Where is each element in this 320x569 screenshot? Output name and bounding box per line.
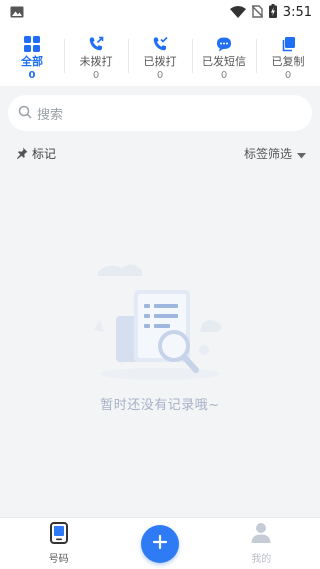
status-right: 3:51 [229, 3, 312, 22]
tab-count: 0 [220, 70, 228, 81]
tab-called[interactable]: 已拨打 0 [128, 36, 192, 86]
tab-count: 0 [28, 70, 36, 81]
tab-count: 0 [284, 70, 292, 81]
tag-toggle[interactable]: 标记 [16, 144, 56, 163]
tag-row: 标记 标签筛选 [0, 139, 320, 167]
empty-state: 暂时还没有记录哦~ [0, 258, 320, 413]
no-sim-icon [251, 3, 264, 22]
add-button[interactable] [140, 524, 179, 563]
phone-device-icon [49, 522, 68, 548]
empty-document-illustration [94, 264, 222, 380]
tab-label: 全部 [21, 55, 43, 68]
tab-label: 已发短信 [202, 55, 246, 68]
tab-count: 0 [156, 70, 164, 81]
nav-item-numbers[interactable]: 号码 [24, 522, 94, 565]
empty-message: 暂时还没有记录哦~ [100, 398, 220, 413]
missed-call-icon [88, 36, 104, 52]
grid-icon [24, 36, 40, 52]
search-placeholder: 搜索 [37, 107, 64, 123]
sms-icon [216, 36, 232, 52]
called-icon [152, 36, 168, 52]
wifi-icon [229, 3, 246, 22]
tab-all[interactable]: 全部 0 [0, 36, 64, 86]
tab-not-called[interactable]: 未拨打 0 [64, 36, 128, 86]
status-bar: 3:51 [0, 0, 320, 24]
tag-filter-dropdown[interactable]: 标签筛选 [244, 144, 306, 163]
tab-copied[interactable]: 已复制 0 [256, 36, 320, 86]
nav-label: 我的 [251, 554, 272, 565]
search-input[interactable]: 搜索 [8, 95, 312, 131]
tab-label: 已拨打 [143, 55, 177, 68]
pin-icon [16, 144, 28, 163]
tab-sms-sent[interactable]: 已发短信 0 [192, 36, 256, 86]
filter-label: 标签筛选 [243, 146, 292, 161]
user-icon [251, 522, 271, 548]
category-tabs: 全部 0 未拨打 0 已拨打 0 已发短信 0 已复制 0 [0, 24, 320, 86]
bottom-nav: 号码 我的 [0, 517, 320, 569]
status-time: 3:51 [282, 4, 312, 20]
search-icon [18, 104, 32, 123]
caret-down-icon [297, 144, 306, 163]
search-area: 搜索 [0, 86, 320, 139]
tab-label: 未拨打 [79, 55, 113, 68]
nav-item-mine[interactable]: 我的 [226, 522, 296, 565]
tag-label: 标记 [32, 146, 57, 161]
status-left [10, 3, 24, 22]
image-icon [10, 3, 24, 22]
tab-label: 已复制 [271, 55, 305, 68]
tab-count: 0 [92, 70, 100, 81]
nav-label: 号码 [48, 554, 69, 565]
plus-icon [152, 534, 168, 554]
copy-icon [280, 36, 296, 52]
battery-charging-icon [268, 3, 277, 22]
